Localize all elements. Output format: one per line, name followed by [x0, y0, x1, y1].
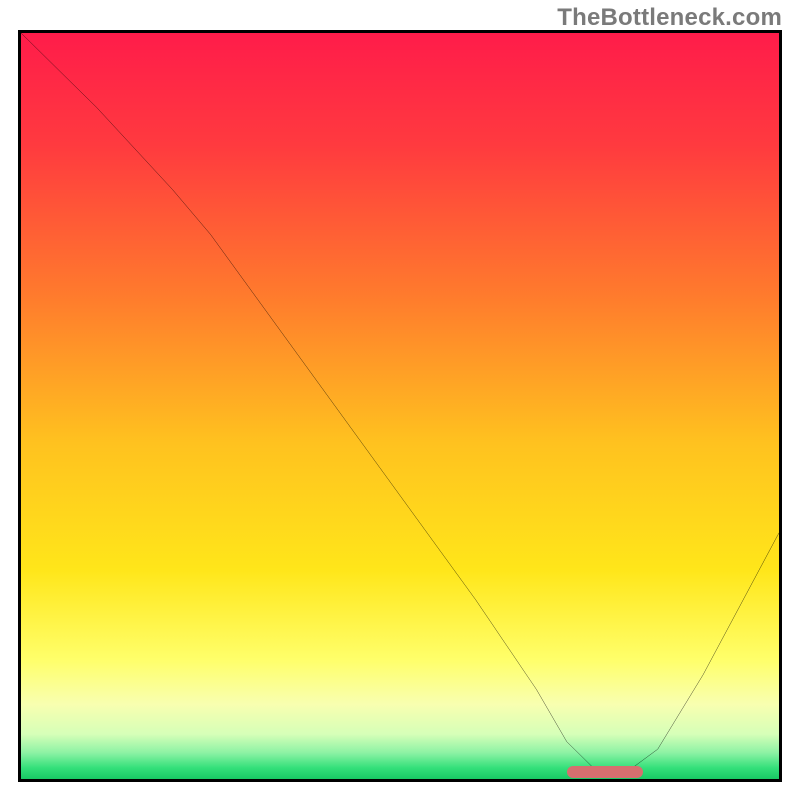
- bottleneck-curve: [21, 33, 779, 779]
- optimal-range-marker: [567, 766, 643, 778]
- watermark-text: TheBottleneck.com: [557, 4, 782, 32]
- chart-frame: [18, 30, 782, 782]
